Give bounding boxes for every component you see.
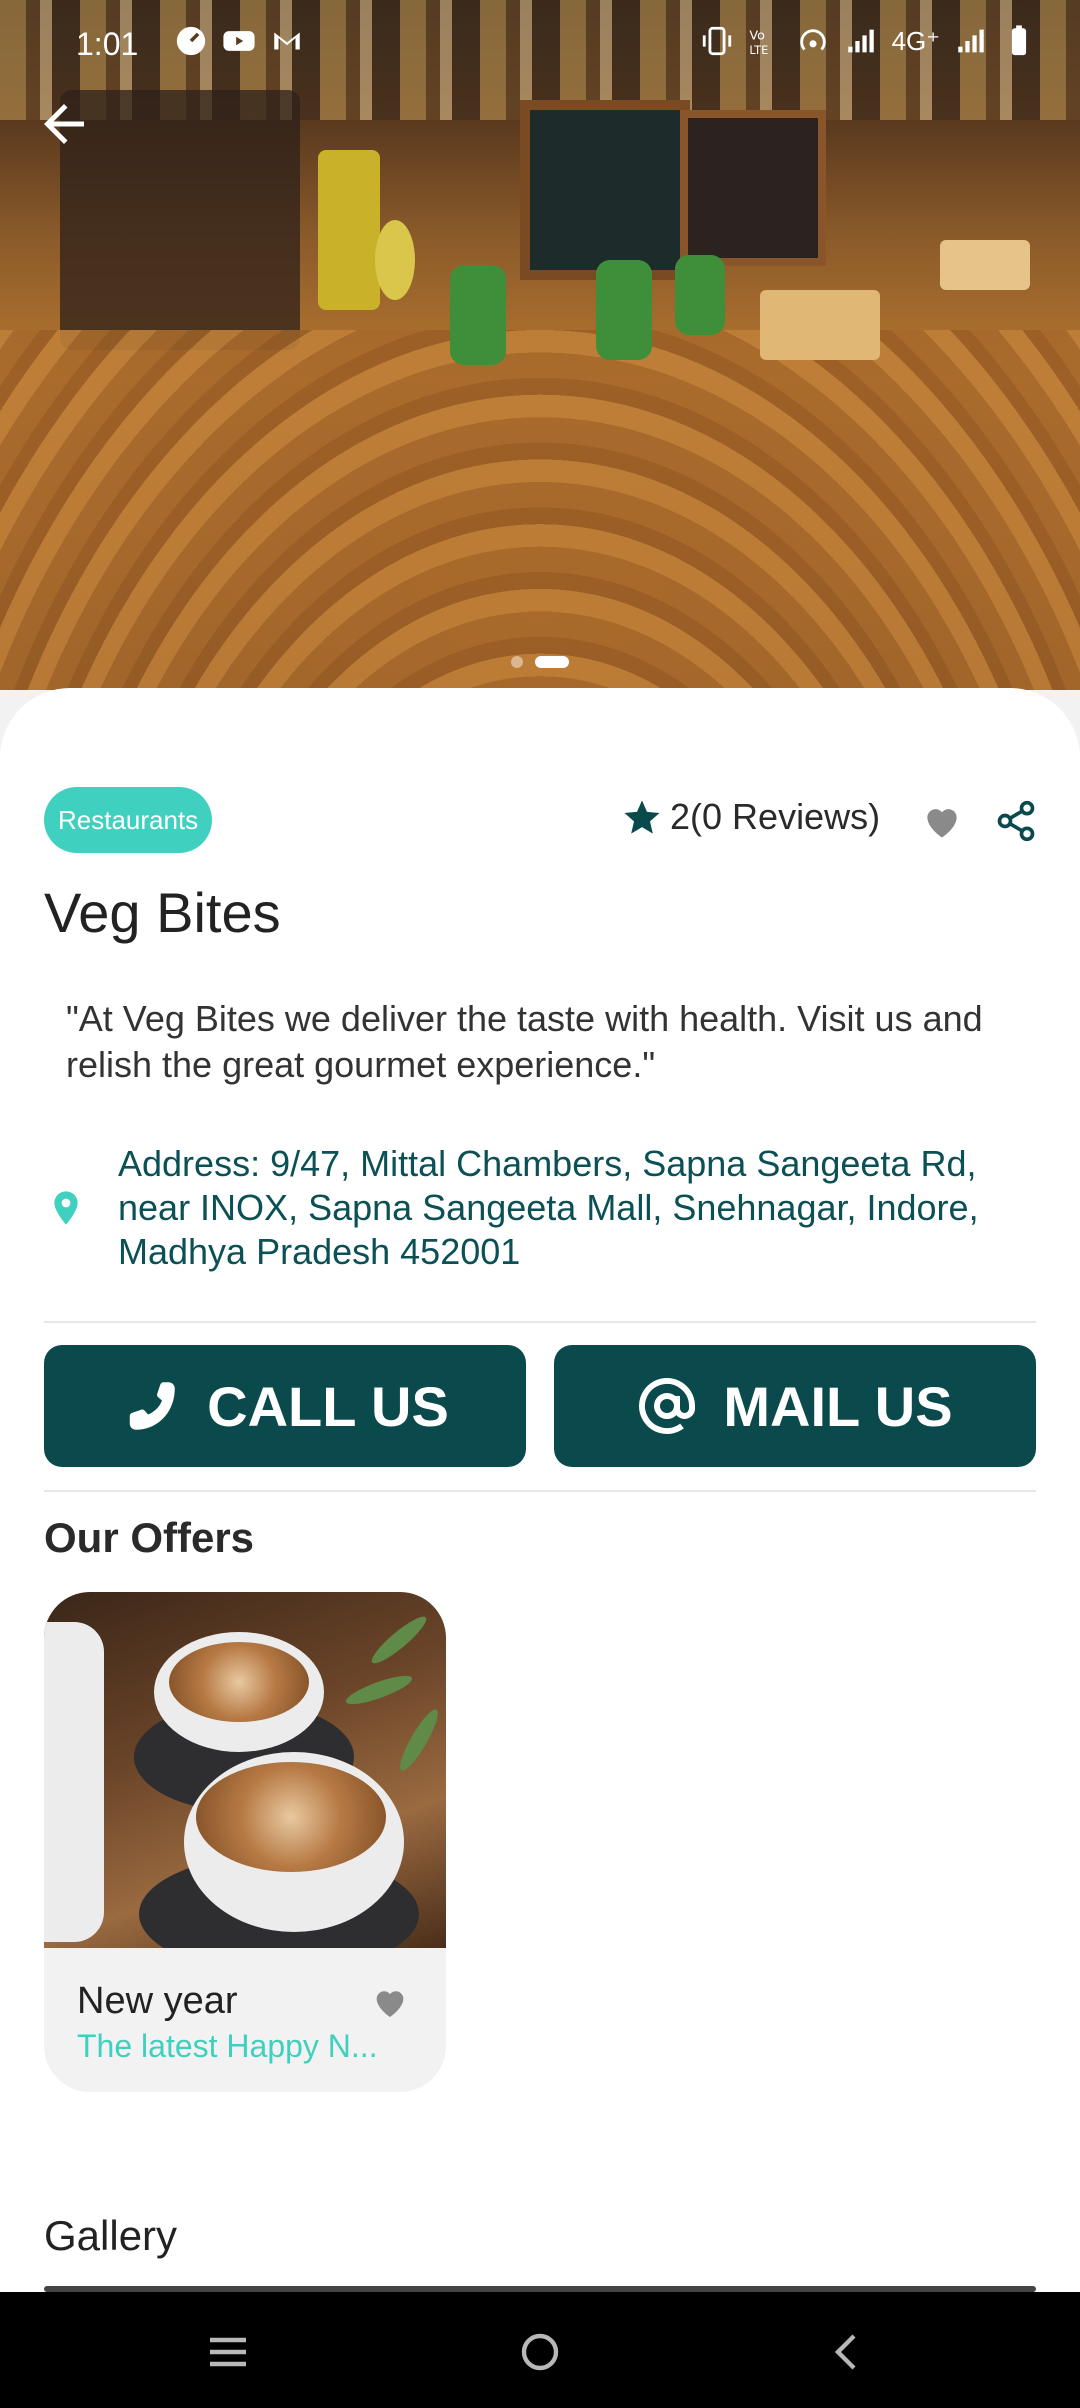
share-icon[interactable]: [994, 799, 1038, 843]
battery-icon: [1011, 25, 1027, 56]
svg-text:LTE: LTE: [749, 43, 768, 57]
star-icon: [624, 800, 660, 834]
carousel-dot-active[interactable]: [535, 656, 569, 668]
offer-image: [44, 1592, 446, 1948]
system-navigation-bar: [0, 2292, 1080, 2408]
recents-menu-icon[interactable]: [198, 2328, 258, 2376]
hero-chair: [450, 265, 506, 365]
offers-heading: Our Offers: [44, 1514, 255, 1561]
gmail-icon: [274, 32, 300, 50]
location-pin-icon: [54, 1191, 78, 1225]
mail-us-label: MAIL US: [723, 1374, 953, 1438]
favorite-heart-icon[interactable]: [920, 799, 964, 843]
reviews-count: (0 Reviews): [690, 796, 881, 837]
speedometer-icon: [176, 26, 206, 56]
rating-summary[interactable]: 2 (0 Reviews): [622, 796, 880, 838]
status-bar: 1:01 Vo LTE 4G⁺: [0, 0, 1080, 88]
carousel-indicator: [0, 656, 1080, 668]
volte-icon: VoLTE: [749, 29, 768, 57]
call-us-label: CALL US: [207, 1374, 449, 1438]
hero-floor: [0, 330, 1080, 690]
vibrate-icon: [702, 26, 731, 56]
category-chip[interactable]: Restaurants: [44, 787, 213, 853]
svg-text:Vo: Vo: [749, 29, 765, 44]
hero-wall: [60, 90, 300, 350]
status-time: 1:01: [76, 26, 139, 62]
at-sign-icon: [639, 1378, 696, 1434]
hero-window: [520, 100, 690, 280]
signal-icon: [847, 29, 874, 53]
hero-image-carousel[interactable]: [0, 0, 1080, 690]
hero-table: [940, 240, 1030, 290]
home-circle-icon[interactable]: [510, 2328, 570, 2376]
network-type-label: 4G⁺: [891, 25, 940, 56]
divider: [44, 1321, 1036, 1323]
rating-value: 2: [670, 796, 691, 837]
gallery-heading: Gallery: [44, 2212, 178, 2259]
offer-title: New year: [77, 1980, 238, 2022]
hero-chair: [596, 260, 652, 360]
mail-us-button[interactable]: MAIL US: [554, 1345, 1036, 1467]
offer-subtitle: The latest Happy N...: [77, 2028, 378, 2064]
back-arrow-icon[interactable]: [34, 94, 94, 154]
offer-card[interactable]: New year The latest Happy N...: [44, 1592, 446, 2092]
hero-table: [760, 290, 880, 360]
phone-icon: [129, 1382, 175, 1430]
place-address[interactable]: Address: 9/47, Mittal Chambers, Sapna Sa…: [118, 1142, 1048, 1274]
hotspot-icon: [799, 29, 826, 51]
back-chevron-icon[interactable]: [818, 2328, 878, 2376]
carousel-dot[interactable]: [511, 656, 523, 668]
hero-pillar: [318, 150, 380, 310]
offer-favorite-heart-icon[interactable]: [370, 1982, 410, 2022]
youtube-icon: [223, 31, 255, 51]
hero-decor: [375, 220, 415, 300]
place-description: "At Veg Bites we deliver the taste with …: [66, 998, 983, 1085]
hero-chair: [675, 255, 725, 335]
call-us-button[interactable]: CALL US: [44, 1345, 526, 1467]
signal-icon: [958, 29, 984, 53]
place-name: Veg Bites: [44, 881, 281, 944]
divider: [44, 1490, 1036, 1492]
hero-window: [680, 110, 826, 266]
